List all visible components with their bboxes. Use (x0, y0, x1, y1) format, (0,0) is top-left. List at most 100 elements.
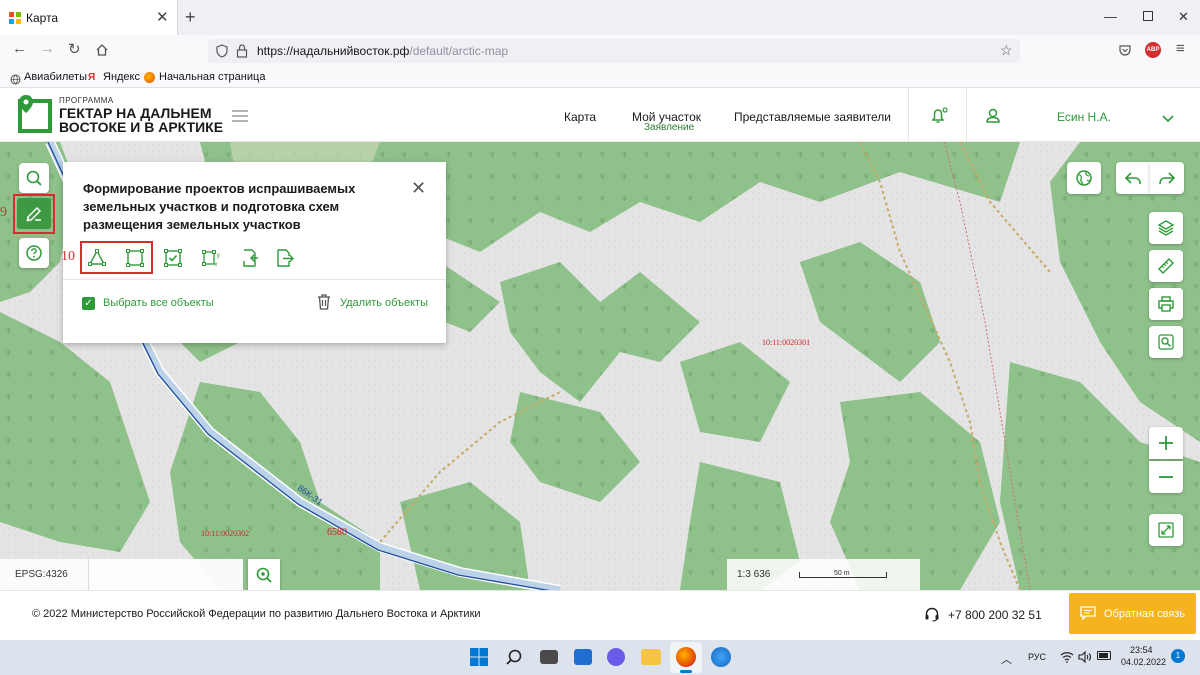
pocket-icon[interactable] (1118, 43, 1132, 57)
bookmark-yandex[interactable]: Яндекс (103, 71, 140, 83)
menu-item-map[interactable]: Карта (564, 110, 596, 124)
printer-icon (1158, 296, 1174, 312)
trash-icon[interactable] (316, 293, 332, 311)
headset-icon (924, 606, 940, 622)
help-button[interactable] (19, 238, 49, 268)
user-name[interactable]: Есин Н.А. (1057, 110, 1111, 124)
layers-icon (1157, 220, 1175, 236)
feedback-label: Обратная связь (1104, 608, 1186, 620)
clock-time[interactable]: 23:54 (1130, 645, 1153, 655)
url-host: https://надальнийвосток.рф (257, 44, 410, 58)
yandex-icon: Я (88, 72, 96, 83)
user-icon[interactable] (984, 107, 1002, 125)
home-icon[interactable] (95, 43, 109, 57)
panel-close-icon[interactable]: ✕ (411, 178, 426, 199)
new-tab-plus-icon[interactable]: + (185, 7, 196, 28)
menu-item-my-plot-sub: Заявление (644, 122, 695, 133)
undo-arrow-icon (1124, 172, 1141, 185)
shield-icon[interactable] (216, 44, 228, 58)
site-favicon-icon (9, 11, 21, 24)
os-taskbar (0, 640, 1200, 675)
footer-phone[interactable]: +7 800 200 32 51 (948, 608, 1042, 622)
language-indicator[interactable]: РУС (1028, 652, 1046, 662)
import-file-icon (243, 249, 258, 267)
bell-icon[interactable] (929, 106, 949, 126)
battery-icon[interactable] (1097, 651, 1111, 660)
coordinate-input[interactable] (88, 559, 243, 590)
bookmark-aviabilety[interactable]: Авиабилеты (24, 71, 87, 83)
firefox-icon[interactable] (676, 647, 696, 667)
panel-divider (63, 279, 446, 280)
search-area-button[interactable] (1149, 326, 1183, 358)
print-button[interactable] (1149, 288, 1183, 320)
delete-objects-label[interactable]: Удалить объекты (340, 297, 428, 309)
cadastral-label: 10:11:0020302 (201, 529, 250, 538)
task-view-icon[interactable] (540, 650, 558, 664)
paint-icon[interactable] (711, 647, 731, 667)
window-close-icon[interactable]: ✕ (1178, 9, 1189, 25)
select-object-tool[interactable] (162, 247, 184, 269)
url-path: /default/arctic-map (409, 44, 509, 58)
export-tool[interactable] (274, 247, 296, 269)
export-file-icon (277, 249, 294, 267)
clock-date[interactable]: 04.02.2022 (1121, 657, 1166, 667)
svg-text:y: y (217, 252, 221, 259)
annotation-number-10: 10 (61, 249, 75, 264)
forward-arrow-icon[interactable]: → (40, 40, 55, 57)
reload-icon[interactable]: ↻ (68, 40, 81, 58)
notification-badge[interactable]: 1 (1171, 649, 1185, 663)
globe-icon (1076, 170, 1092, 186)
hamburger-menu-icon[interactable] (232, 109, 248, 122)
search-icon (26, 170, 42, 186)
annotation-box-9 (13, 194, 55, 234)
ruler-button[interactable] (1149, 250, 1183, 282)
teams-chat-icon[interactable] (607, 648, 625, 666)
menu-item-applicants[interactable]: Представляемые заявители (734, 110, 891, 124)
logo-pin-icon[interactable] (18, 93, 54, 133)
question-icon (26, 245, 42, 261)
url-text[interactable]: https://надальнийвосток.рф/default/arcti… (257, 44, 508, 58)
volume-icon[interactable] (1078, 650, 1092, 664)
epsg-label: EPSG:4326 (15, 569, 68, 580)
basemap-button[interactable] (1067, 162, 1101, 194)
scale-distance: 50 m (834, 570, 850, 577)
windows-start-icon[interactable] (470, 648, 488, 666)
taskbar-search-icon[interactable] (505, 648, 523, 666)
tab-close-icon[interactable]: ✕ (156, 8, 169, 26)
xy-coordinates-icon: xy (202, 250, 221, 268)
header-separator (966, 88, 967, 142)
undo-button[interactable] (1116, 162, 1150, 194)
import-tool[interactable] (237, 247, 259, 269)
redo-button[interactable] (1150, 162, 1184, 194)
back-arrow-icon[interactable]: ← (12, 40, 27, 57)
window-restore-icon[interactable] (1143, 11, 1153, 21)
chevron-down-icon[interactable] (1162, 111, 1174, 123)
browser-tab-bar (0, 0, 1200, 35)
lock-icon[interactable] (236, 44, 248, 58)
tray-chevron-icon[interactable]: ︿ (1001, 651, 1012, 667)
scale-ratio: 1:3 636 (737, 569, 771, 580)
window-minimize-icon[interactable]: — (1104, 9, 1117, 24)
layers-button[interactable] (1149, 212, 1183, 244)
select-all-label[interactable]: Выбрать все объекты (103, 297, 214, 309)
select-all-checkbox[interactable]: ✓ (82, 297, 95, 310)
wifi-icon[interactable] (1060, 650, 1074, 663)
redo-arrow-icon (1159, 172, 1176, 185)
panel-title: Формирование проектов испрашиваемых земе… (83, 181, 356, 232)
adblock-icon[interactable]: ABP (1145, 42, 1161, 58)
bookmark-home-page[interactable]: Начальная страница (159, 71, 265, 83)
header-separator (908, 88, 909, 142)
annotation-number-9: 9 (0, 205, 7, 220)
logo-line-1: ГЕКТАР НА ДАЛЬНЕМ (59, 105, 212, 121)
widgets-icon[interactable] (574, 649, 592, 665)
zoom-out-button[interactable] (1149, 461, 1183, 493)
fullscreen-button[interactable] (1149, 514, 1183, 546)
coordinates-tool[interactable]: xy (200, 247, 222, 269)
hamburger-menu-icon[interactable]: ≡ (1176, 40, 1185, 57)
file-explorer-icon[interactable] (641, 649, 661, 665)
road-number-label: 6580 (327, 527, 347, 538)
zoom-in-button[interactable] (1149, 427, 1183, 459)
coordinate-search-button[interactable] (248, 559, 280, 590)
bookmark-star-icon[interactable]: ☆ (1000, 42, 1013, 59)
search-map-button[interactable] (19, 163, 49, 193)
